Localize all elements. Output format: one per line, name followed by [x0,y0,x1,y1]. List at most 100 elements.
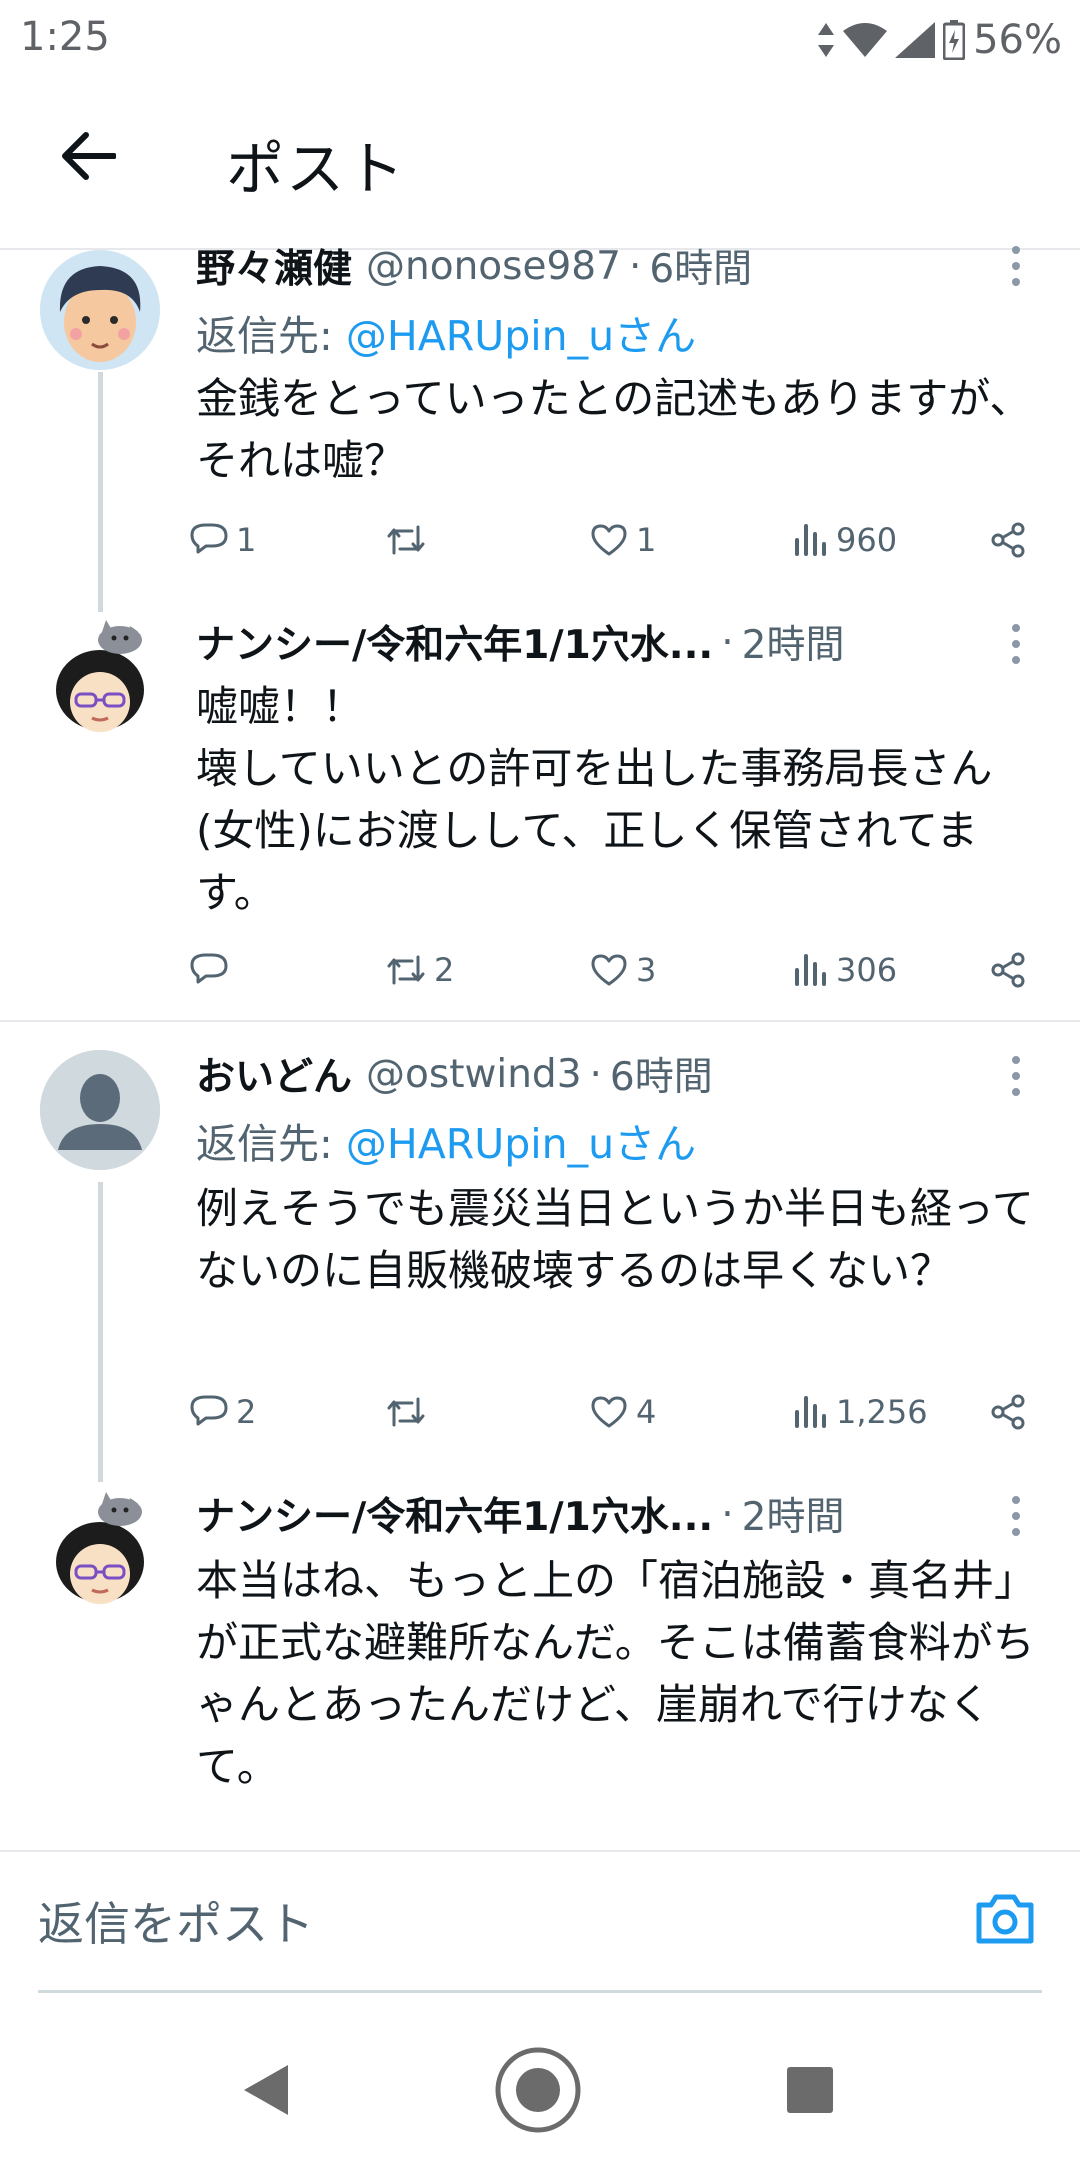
like-count: 3 [636,951,657,989]
reply-to-mention[interactable]: @HARUpin_uさん [346,312,696,360]
views-button[interactable]: 960 [794,512,897,568]
reply-input[interactable]: 返信をポスト [38,1888,314,1954]
avatar[interactable] [40,1490,160,1610]
back-arrow-icon [62,132,116,180]
status-icons: 56% [817,14,1062,66]
share-icon [991,952,1025,988]
nav-back-button[interactable] [216,2040,316,2140]
user-handle[interactable]: @ostwind3 [366,1052,582,1097]
signal-icon [895,22,936,58]
page-title: ポスト [226,135,407,203]
more-options-icon[interactable] [996,1486,1036,1546]
share-button[interactable] [990,512,1026,568]
display-name[interactable]: おいどん [196,1046,352,1102]
reply-to-line: 返信先: @HARUpin_uさん [196,1110,696,1170]
repost-button[interactable] [386,512,434,568]
avatar-woman-cat-icon [40,618,160,738]
triangle-back-icon [244,2065,288,2115]
repost-button[interactable] [386,1384,434,1440]
reply-to-label: 返信先: [196,312,346,360]
reply-icon [190,523,228,554]
tweet-actions: 1 1 960 [190,512,1040,568]
data-arrows-icon [818,23,835,57]
reply-underline [38,1990,1042,1993]
share-icon [991,522,1025,558]
timestamp[interactable]: 2時間 [742,614,845,670]
default-profile-icon [40,1050,160,1170]
tweet-actions: 2 4 1,256 [190,1384,1040,1440]
like-count: 4 [636,1393,657,1431]
share-button[interactable] [990,1384,1026,1440]
navigation-bar [0,2010,1080,2160]
like-button[interactable]: 1 [590,512,656,568]
repost-icon [387,525,425,555]
reply-to-line: 返信先: @HARUpin_uさん [196,302,696,362]
tweet-header: ナンシー/令和六年1/1穴水... · 2時間 [196,614,844,670]
reply-to-label: 返信先: [196,1120,346,1168]
reply-to-mention[interactable]: @HARUpin_uさん [346,1120,696,1168]
user-handle[interactable]: @nonose987 [366,244,621,289]
camera-button[interactable] [970,1884,1040,1954]
heart-icon [591,954,627,986]
heart-icon [591,1396,627,1428]
timestamp[interactable]: 6時間 [610,1046,713,1102]
camera-icon [976,1894,1034,1944]
repost-count: 2 [434,951,455,989]
views-button[interactable]: 306 [794,942,897,998]
reply-icon [190,1395,228,1426]
views-icon [795,524,826,556]
share-button[interactable] [990,942,1026,998]
app-header: ポスト [0,80,1080,250]
like-button[interactable]: 3 [590,942,656,998]
avatar[interactable] [40,250,160,370]
avatar[interactable] [40,618,160,738]
repost-icon [387,1397,425,1427]
separator-dot: · [589,1051,602,1097]
like-button[interactable]: 4 [590,1384,656,1440]
avatar-woman-cat-icon [40,1490,160,1610]
back-button[interactable] [48,116,128,196]
reply-composer[interactable]: 返信をポスト [0,1852,1080,1992]
battery-icon [943,20,966,60]
home-circle-icon [495,2047,581,2133]
tweet-header: おいどん @ostwind3 · 6時間 [196,1046,713,1102]
display-name[interactable]: ナンシー/令和六年1/1穴水... [196,614,713,670]
reply-count: 1 [236,521,257,559]
avatar[interactable] [40,1050,160,1170]
reply-button[interactable]: 1 [190,512,256,568]
separator-dot: · [628,243,642,289]
views-button[interactable]: 1,256 [794,1384,928,1440]
tweet-header: 野々瀬健 @nonose987 · 6時間 [196,238,752,294]
more-options-icon[interactable] [996,614,1036,674]
share-icon [991,1394,1025,1430]
avatar-boy-icon [40,250,160,370]
separator-dot: · [721,1491,734,1537]
square-recents-icon [787,2067,833,2113]
more-options-icon[interactable] [996,1046,1036,1106]
tweet-actions: 2 3 306 [190,942,1040,998]
reply-button[interactable]: 2 [190,1384,256,1440]
thread-line [98,372,103,612]
repost-button[interactable]: 2 [386,942,454,998]
thread-line [98,1182,103,1482]
wifi-icon [843,23,888,57]
reply-count: 2 [236,1393,257,1431]
repost-icon [387,955,425,985]
nav-home-button[interactable] [488,2040,588,2140]
view-count: 960 [836,521,898,559]
reply-icon [190,953,228,984]
views-icon [795,954,826,986]
nav-recents-button[interactable] [760,2040,860,2140]
more-options-icon[interactable] [996,236,1036,296]
divider [0,1020,1080,1022]
reply-button[interactable] [190,942,236,998]
battery-percent: 56% [973,17,1062,63]
display-name[interactable]: ナンシー/令和六年1/1穴水... [196,1486,713,1542]
display-name[interactable]: 野々瀬健 [196,238,352,294]
tweet[interactable] [0,0,1080,1]
status-time: 1:25 [20,14,110,60]
timestamp[interactable]: 6時間 [649,238,752,294]
timestamp[interactable]: 2時間 [742,1486,845,1542]
views-icon [795,1396,826,1428]
status-bar: 1:25 56% [0,0,1080,80]
